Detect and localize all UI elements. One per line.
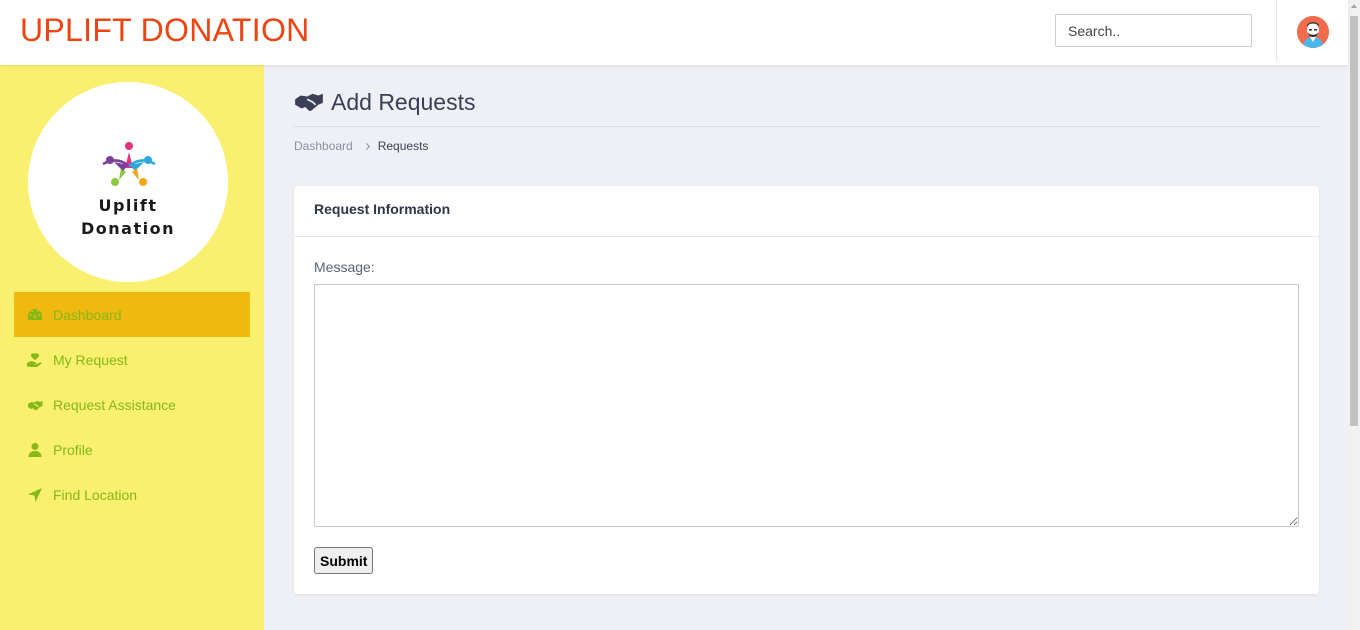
- top-header: UPLIFT DONATION: [0, 0, 1348, 65]
- hand-holding-heart-icon: [26, 351, 44, 369]
- breadcrumb-dashboard-link[interactable]: Dashboard: [294, 139, 353, 153]
- sidebar-item-my-request[interactable]: My Request: [14, 337, 250, 382]
- page-scrollbar[interactable]: [1348, 0, 1360, 630]
- message-textarea[interactable]: [314, 284, 1299, 527]
- logo-text-line2: Donation: [81, 219, 175, 238]
- page-title-text: Add Requests: [331, 88, 476, 115]
- sidebar-item-label: Find Location: [53, 486, 138, 503]
- sidebar-item-profile[interactable]: Profile: [14, 427, 250, 472]
- breadcrumb-current: Requests: [377, 139, 429, 153]
- avatar[interactable]: [1297, 16, 1329, 48]
- logo[interactable]: Uplift Donation: [28, 82, 228, 282]
- brand-title[interactable]: UPLIFT DONATION: [20, 12, 310, 49]
- header-divider: [1276, 0, 1277, 62]
- chevron-right-icon: [362, 142, 370, 150]
- location-arrow-icon: [26, 486, 44, 504]
- submit-button[interactable]: Submit: [314, 547, 374, 574]
- dashboard-gauge-icon: [26, 306, 44, 324]
- sidebar-item-label: Dashboard: [53, 306, 122, 323]
- scroll-up-arrow-icon[interactable]: [1351, 4, 1357, 8]
- sidebar-item-find-location[interactable]: Find Location: [14, 472, 250, 517]
- title-divider: [294, 126, 1320, 127]
- logo-text-line1: Uplift: [98, 196, 158, 215]
- breadcrumb: Dashboard Requests: [294, 139, 428, 153]
- sidebar: Uplift Donation Dashboard My Request Req…: [0, 65, 264, 630]
- handshake-icon: [295, 93, 323, 111]
- handshake-icon: [26, 396, 44, 414]
- sidebar-nav: Dashboard My Request Request Assistance …: [14, 292, 250, 517]
- people-star-logo-icon: [102, 142, 156, 186]
- card-title: Request Information: [294, 186, 1319, 237]
- sidebar-item-label: My Request: [53, 351, 128, 368]
- sidebar-item-request-assistance[interactable]: Request Assistance: [14, 382, 250, 427]
- search-input[interactable]: [1055, 14, 1252, 47]
- user-icon: [26, 441, 44, 459]
- sidebar-item-label: Profile: [53, 441, 93, 458]
- sidebar-item-dashboard[interactable]: Dashboard: [14, 292, 250, 337]
- message-label: Message:: [314, 259, 375, 275]
- user-avatar-icon: [1297, 16, 1329, 48]
- request-information-card: Request Information Message: Submit: [294, 186, 1319, 594]
- scrollbar-thumb[interactable]: [1350, 16, 1358, 426]
- sidebar-item-label: Request Assistance: [53, 396, 176, 413]
- page-title: Add Requests: [294, 86, 475, 118]
